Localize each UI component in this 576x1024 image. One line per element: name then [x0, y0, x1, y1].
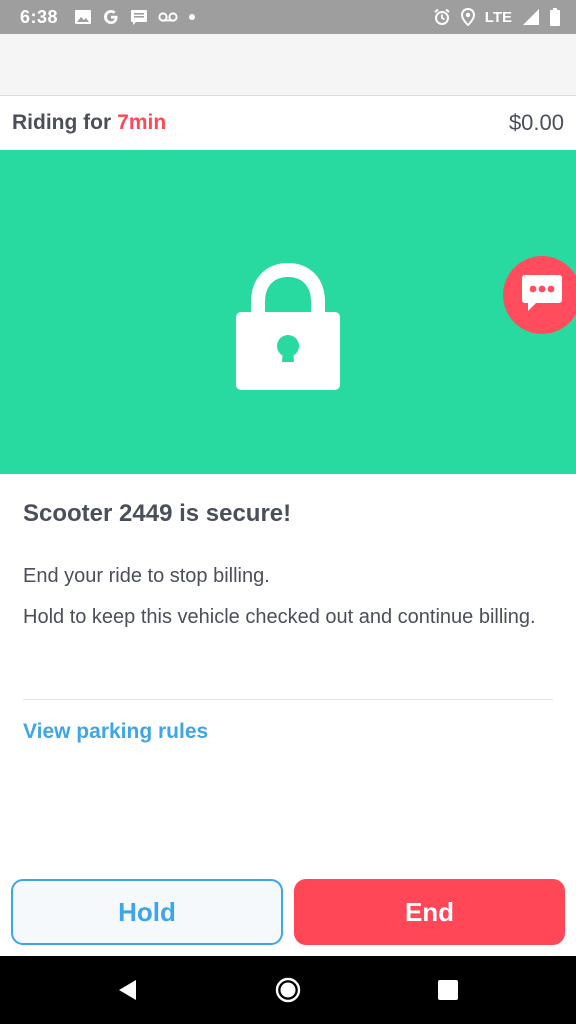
app-header [0, 34, 576, 96]
hold-button[interactable]: Hold [11, 879, 283, 945]
ride-label: Riding for [12, 111, 112, 134]
alarm-icon [433, 8, 451, 26]
home-icon[interactable] [274, 976, 302, 1004]
divider [23, 699, 553, 700]
back-icon[interactable] [114, 976, 142, 1004]
google-icon [102, 8, 120, 26]
dot-icon [188, 13, 196, 21]
status-bar: 6:38 LTE [0, 0, 576, 34]
ride-status-row: Riding for 7min $0.00 [0, 96, 576, 150]
image-icon [74, 9, 92, 25]
ride-cost: $0.00 [508, 110, 564, 135]
secure-title: Scooter 2449 is secure! [23, 500, 292, 527]
view-parking-rules-link[interactable]: View parking rules [23, 720, 208, 744]
message-icon [130, 9, 148, 25]
hold-hint: Hold to keep this vehicle checked out an… [23, 606, 536, 628]
status-time: 6:38 [20, 6, 59, 27]
signal-icon [522, 8, 540, 26]
chat-button[interactable] [503, 256, 576, 334]
lock-icon [232, 262, 344, 394]
ride-duration: 7min [117, 111, 167, 134]
chat-bubble-icon [520, 273, 564, 318]
battery-icon [550, 8, 560, 26]
end-button[interactable]: End [294, 879, 565, 945]
end-ride-hint: End your ride to stop billing. [23, 565, 270, 587]
voicemail-icon [158, 11, 178, 23]
location-icon [460, 8, 475, 26]
recents-icon[interactable] [434, 976, 462, 1004]
network-type: LTE [484, 8, 512, 26]
system-nav-bar [0, 956, 576, 1024]
